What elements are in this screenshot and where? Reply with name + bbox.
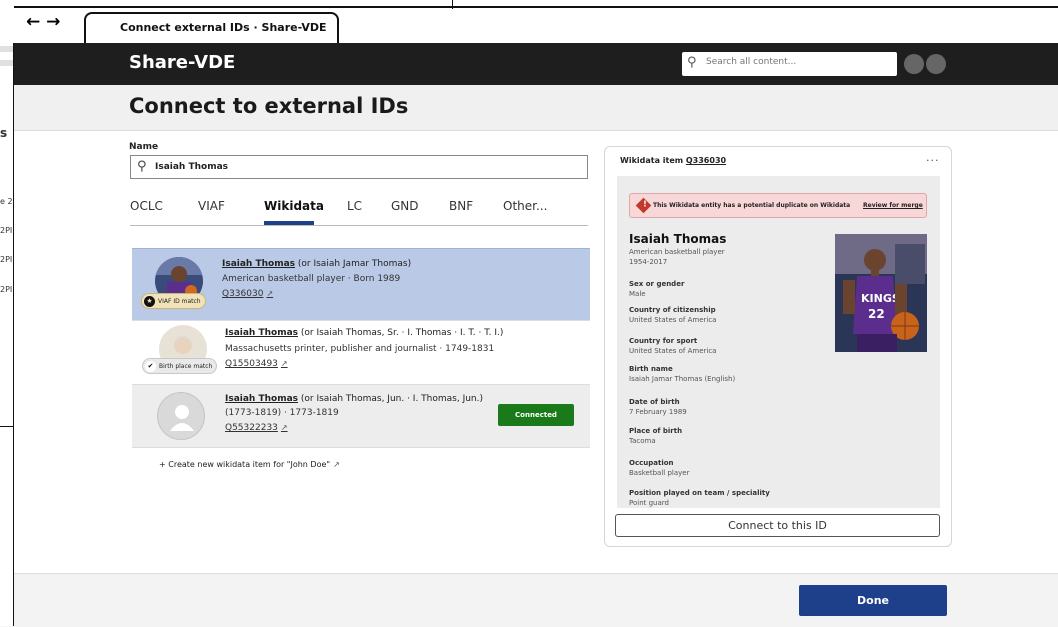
panel-header: Wikidata item Q336030 xyxy=(620,156,726,165)
create-wikidata-item-link[interactable]: + Create new wikidata item for "John Doe… xyxy=(159,460,340,469)
duplicate-alert: ! This Wikidata entity has a potential d… xyxy=(629,193,927,218)
property-value: Point guard xyxy=(629,499,669,507)
match-badge-label: VIAF ID match xyxy=(158,297,201,305)
background-window: s e 2 2PI 2PI 2PI xyxy=(0,0,14,626)
tab-other[interactable]: Other... xyxy=(503,199,547,213)
result-name-link[interactable]: Isaiah Thomas xyxy=(225,394,298,404)
tab-oclc[interactable]: OCLC xyxy=(130,199,163,213)
property-value: Isaiah Jamar Thomas (English) xyxy=(629,375,736,383)
search-input[interactable] xyxy=(704,56,888,68)
ghost-text: s xyxy=(0,126,8,140)
ghost-text: e 2 xyxy=(0,197,13,206)
done-button[interactable]: Done xyxy=(799,585,947,616)
tab-wikidata[interactable]: Wikidata xyxy=(264,199,324,213)
external-link-icon: ↗ xyxy=(280,423,288,432)
brand-logo[interactable]: Share-VDE xyxy=(129,52,235,73)
external-link-icon: ↗ xyxy=(266,289,274,298)
property-label: Date of birth xyxy=(629,398,680,406)
entity-name: Isaiah Thomas xyxy=(629,232,727,246)
search-box[interactable]: ⚲ xyxy=(682,52,897,76)
result-alt-names: (or Isaiah Jamar Thomas) xyxy=(295,259,412,269)
warning-icon: ! xyxy=(635,197,652,214)
divider xyxy=(452,0,453,9)
more-options-icon[interactable]: ··· xyxy=(926,154,940,167)
property-value: Tacoma xyxy=(629,437,656,445)
property-value: United States of America xyxy=(629,316,717,324)
user-avatar[interactable] xyxy=(904,54,924,74)
svg-text:22: 22 xyxy=(868,307,885,321)
external-link-icon: ↗ xyxy=(333,460,340,469)
entity-photo: KINGS 22 xyxy=(835,234,927,352)
result-title: Isaiah Thomas (or Isaiah Thomas, Sr. · I… xyxy=(225,328,503,338)
tabs-divider xyxy=(130,225,588,226)
tab-lc[interactable]: LC xyxy=(347,199,362,213)
property-value: Male xyxy=(629,290,646,298)
search-icon: ⚲ xyxy=(687,55,697,70)
property-value: Basketball player xyxy=(629,469,690,477)
property-label: Place of birth xyxy=(629,427,683,435)
ghost-text: 2PI xyxy=(0,255,13,264)
tab-gnd[interactable]: GND xyxy=(391,199,419,213)
result-alt-names: (or Isaiah Thomas, Sr. · I. Thomas · I. … xyxy=(298,328,504,338)
name-input[interactable] xyxy=(153,161,577,173)
entity-description: American basketball player xyxy=(629,248,725,256)
browser-tab-title: Connect external IDs · Share-VDE xyxy=(120,21,327,34)
result-title: Isaiah Thomas (or Isaiah Jamar Thomas) xyxy=(222,259,411,269)
entity-years: 1954-2017 xyxy=(629,258,668,266)
property-label: Position played on team / speciality xyxy=(629,489,770,497)
result-name-link[interactable]: Isaiah Thomas xyxy=(222,259,295,269)
result-alt-names: (or Isaiah Thomas, Jun. · I. Thomas, Jun… xyxy=(298,394,484,404)
panel-qid-link[interactable]: Q336030 xyxy=(686,156,726,165)
result-qid-link[interactable]: Q55322233 ↗ xyxy=(225,423,288,433)
page-title: Connect to external IDs xyxy=(129,94,409,118)
tab-bnf[interactable]: BNF xyxy=(449,199,473,213)
check-icon: ✔ xyxy=(145,360,156,372)
panel-header-label: Wikidata item xyxy=(620,156,686,165)
tab-viaf[interactable]: VIAF xyxy=(198,199,225,213)
result-qid[interactable]: Q15503493 xyxy=(225,359,278,369)
review-merge-link[interactable]: Review for merge xyxy=(863,202,923,209)
placeholder-avatar-icon xyxy=(157,392,205,440)
match-badge: ★ VIAF ID match xyxy=(141,293,206,309)
connected-status-button[interactable]: Connected xyxy=(498,404,574,426)
menu-avatar[interactable] xyxy=(926,54,946,74)
window-frame xyxy=(14,6,1058,8)
result-qid-link[interactable]: Q336030 ↗ xyxy=(222,289,273,299)
ghost-text: 2PI xyxy=(0,226,13,235)
result-qid[interactable]: Q336030 xyxy=(222,289,263,299)
name-field[interactable]: ⚲ xyxy=(130,155,588,179)
connect-to-id-button[interactable]: Connect to this ID xyxy=(615,514,940,537)
property-label: Country of citizenship xyxy=(629,306,716,314)
star-icon: ★ xyxy=(144,295,155,307)
result-description: (1773-1819) · 1773-1819 xyxy=(225,408,339,418)
property-label: Country for sport xyxy=(629,337,698,345)
result-qid[interactable]: Q55322233 xyxy=(225,423,278,433)
property-label: Birth name xyxy=(629,365,673,373)
property-value: 7 February 1989 xyxy=(629,408,687,416)
result-description: Massachusetts printer, publisher and jou… xyxy=(225,344,495,354)
ghost-text: 2PI xyxy=(0,285,13,294)
back-forward-icon[interactable]: ← → xyxy=(26,12,60,32)
divider xyxy=(0,426,14,427)
result-title: Isaiah Thomas (or Isaiah Thomas, Jun. · … xyxy=(225,394,483,404)
property-label: Sex or gender xyxy=(629,280,685,288)
create-link-label[interactable]: + Create new wikidata item for "John Doe… xyxy=(159,460,330,469)
browser-tab[interactable]: Connect external IDs · Share-VDE xyxy=(84,12,339,43)
property-value: United States of America xyxy=(629,347,717,355)
result-description: American basketball player · Born 1989 xyxy=(222,274,401,284)
match-badge-label: Birth place match xyxy=(159,362,213,370)
search-icon: ⚲ xyxy=(137,159,147,174)
property-label: Occupation xyxy=(629,459,674,467)
result-qid-link[interactable]: Q15503493 ↗ xyxy=(225,359,288,369)
svg-text:KINGS: KINGS xyxy=(861,292,900,305)
active-tab-indicator xyxy=(264,221,314,225)
alert-message: This Wikidata entity has a potential dup… xyxy=(653,202,851,209)
name-label: Name xyxy=(129,142,159,152)
match-badge: ✔ Birth place match xyxy=(142,358,218,374)
external-link-icon: ↗ xyxy=(280,359,288,368)
result-name-link[interactable]: Isaiah Thomas xyxy=(225,328,298,338)
